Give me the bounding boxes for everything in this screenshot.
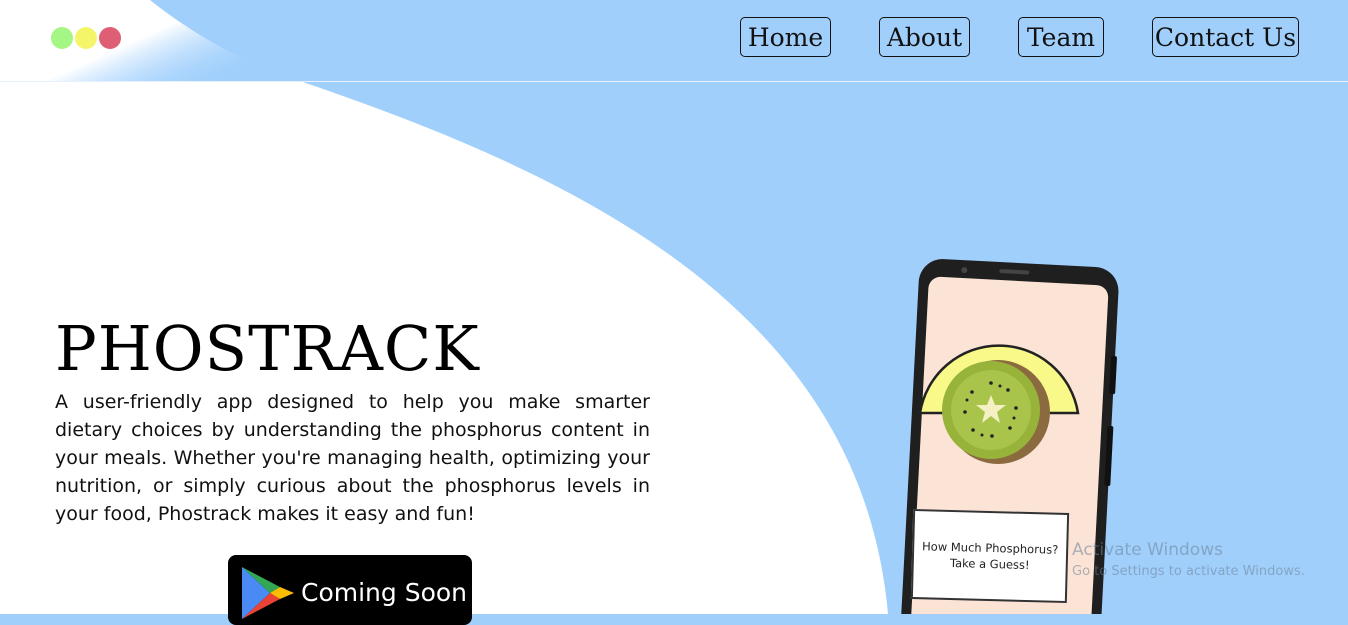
nav-about-button[interactable]: About — [879, 17, 970, 57]
red-dot — [99, 27, 121, 49]
phosphorus-guess-card: How Much Phosphorus? Take a Guess! — [910, 508, 1070, 604]
hero-description: A user-friendly app designed to help you… — [55, 391, 650, 525]
top-navbar: Home About Team Contact Us — [0, 0, 1348, 82]
watermark-title: Activate Windows — [1072, 540, 1223, 560]
coming-soon-button[interactable]: Coming Soon — [228, 555, 472, 625]
nav-home-button[interactable]: Home — [740, 17, 831, 57]
green-dot — [51, 27, 73, 49]
windows-watermark: Activate Windows Go to Settings to activ… — [1072, 540, 1305, 579]
hero-title: PHOSTRACK — [55, 312, 480, 385]
google-play-icon — [242, 567, 294, 619]
nav-contact-button[interactable]: Contact Us — [1152, 17, 1299, 57]
window-dots — [51, 27, 123, 49]
coming-soon-label: Coming Soon — [301, 578, 468, 607]
yellow-dot — [75, 27, 97, 49]
nav-team-button[interactable]: Team — [1018, 17, 1104, 57]
watermark-subtitle: Go to Settings to activate Windows. — [1072, 564, 1305, 579]
